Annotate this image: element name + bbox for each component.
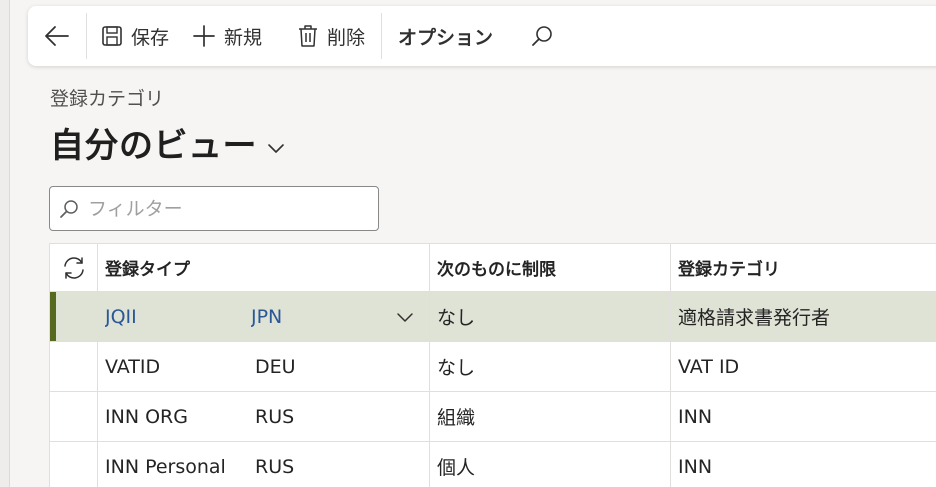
plus-icon [192, 24, 216, 48]
breadcrumb: 登録カテゴリ [50, 88, 165, 110]
refresh-button[interactable] [50, 244, 98, 291]
options-button[interactable]: オプション [382, 14, 522, 58]
restrict-to-cell[interactable]: 組織 [437, 392, 667, 441]
registration-type-cell[interactable]: INN ORG [105, 392, 250, 441]
search-button[interactable] [522, 14, 562, 58]
table-row[interactable]: INN ORG RUS 組織 INN [50, 392, 936, 442]
registration-category-cell[interactable]: INN [678, 442, 936, 487]
save-icon [101, 25, 123, 47]
registration-type-cell[interactable]: INN Personal [105, 442, 253, 487]
table-row[interactable]: VATID DEU なし VAT ID [50, 342, 936, 392]
chevron-down-icon [396, 311, 414, 323]
options-label: オプション [398, 26, 494, 49]
restrict-to-cell[interactable]: なし [437, 292, 667, 341]
country-cell[interactable]: JPN [251, 292, 361, 341]
country-cell[interactable]: RUS [255, 392, 365, 441]
left-rail [0, 0, 10, 487]
table-row[interactable]: INN Personal RUS 個人 INN [50, 442, 936, 487]
restrict-to-cell[interactable]: なし [437, 342, 667, 391]
save-label: 保存 [131, 26, 170, 49]
country-cell[interactable]: RUS [255, 442, 365, 487]
column-header-registration-category[interactable]: 登録カテゴリ [678, 244, 936, 291]
filter-input[interactable] [88, 197, 368, 220]
back-button[interactable] [28, 14, 86, 58]
action-toolbar: 保存 新規 削除 オプション [28, 6, 936, 66]
filter-box[interactable] [49, 186, 379, 231]
trash-icon [297, 24, 319, 48]
save-button[interactable]: 保存 [87, 14, 186, 58]
column-divider [670, 244, 671, 487]
column-header-restrict-to[interactable]: 次のものに制限 [437, 244, 667, 291]
search-icon [530, 24, 554, 48]
row-selection-indicator [50, 292, 56, 341]
new-label: 新規 [224, 26, 263, 49]
column-header-registration-type[interactable]: 登録タイプ [105, 244, 425, 291]
grid-header-row: 登録タイプ 次のものに制限 登録カテゴリ [50, 244, 936, 292]
registration-category-cell[interactable]: VAT ID [678, 342, 936, 391]
chevron-down-icon[interactable] [267, 142, 285, 154]
registration-category-cell[interactable]: 適格請求書発行者 [678, 292, 936, 341]
page-title[interactable]: 自分のビュー [50, 118, 257, 167]
column-divider [429, 244, 430, 487]
restrict-to-cell[interactable]: 個人 [437, 442, 667, 487]
refresh-icon [61, 255, 87, 281]
registration-type-cell[interactable]: JQII [105, 292, 235, 341]
registration-type-cell[interactable]: VATID [105, 342, 245, 391]
table-row[interactable]: JQII JPN なし 適格請求書発行者 [50, 292, 936, 342]
delete-label: 削除 [327, 26, 366, 49]
new-button[interactable]: 新規 [186, 14, 291, 58]
country-dropdown-button[interactable] [390, 292, 420, 341]
registration-category-cell[interactable]: INN [678, 392, 936, 441]
page-title-container: 自分のビュー [50, 118, 285, 167]
column-divider [97, 244, 98, 487]
delete-button[interactable]: 削除 [291, 14, 381, 58]
back-arrow-icon [44, 25, 70, 47]
filter-search-icon [58, 198, 80, 220]
country-cell[interactable]: DEU [255, 342, 365, 391]
data-grid: 登録タイプ 次のものに制限 登録カテゴリ JQII JPN なし 適格請求書発行… [49, 243, 936, 487]
